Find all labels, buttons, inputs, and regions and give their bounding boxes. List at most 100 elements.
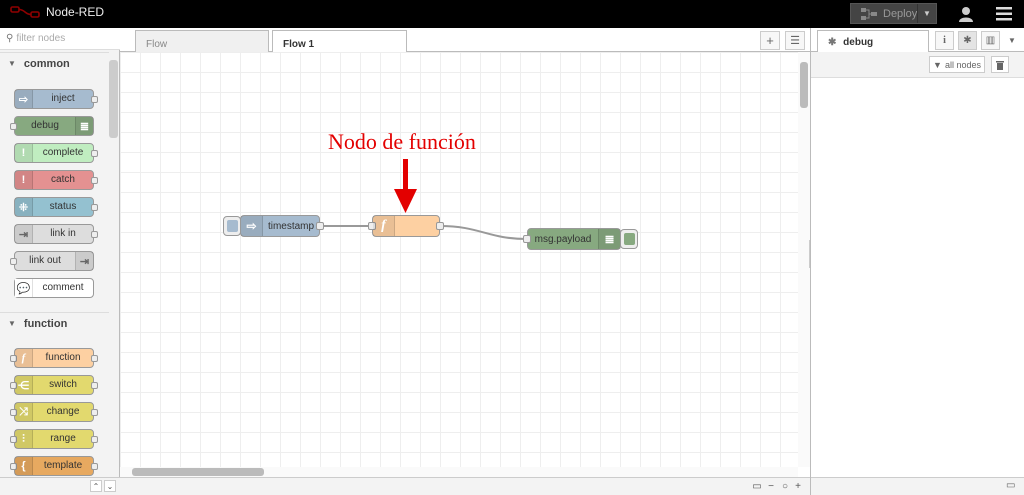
function-icon: f (15, 349, 33, 367)
palette-node-link-in[interactable]: ⇥ link in (14, 224, 98, 244)
filter-icon: ▼ (933, 59, 942, 70)
header-bar: Node-RED Deploy ▼ (0, 0, 1024, 28)
palette-node-range[interactable]: ⫶ range (10, 429, 98, 449)
node-label: status (49, 201, 77, 212)
expand-all-icon[interactable]: ⌄ (104, 480, 116, 492)
dashboard-tab-button[interactable]: ▥ (981, 31, 1000, 50)
palette-node-switch[interactable]: ⋲ switch (10, 375, 98, 395)
tab-flow-1[interactable]: Flow 1 (272, 30, 407, 53)
category-label: function (23, 317, 68, 330)
app-title: Node-RED (46, 5, 105, 19)
shuffle-icon: ⤨ (15, 403, 33, 421)
node-label: range (50, 433, 76, 444)
menu-icon[interactable] (996, 7, 1012, 21)
flow-node-debug-msg-payload[interactable]: msg.payload ≣ (523, 228, 621, 250)
palette-node-catch[interactable]: ! catch (14, 170, 98, 190)
output-port (91, 463, 98, 470)
inject-trigger-button[interactable] (223, 216, 241, 236)
deploy-label: Deploy (883, 7, 918, 20)
tab-label: Flow (146, 39, 168, 50)
node-label: function (45, 352, 81, 363)
palette-node-debug[interactable]: debug ≣ (10, 116, 94, 136)
sidebar-footer: ▭ (811, 477, 1024, 495)
list-icon: ≣ (598, 229, 620, 249)
debug-toolbar: ▼ all nodes (811, 52, 1024, 78)
debug-toggle-button[interactable] (620, 229, 638, 249)
node-label: link in (50, 228, 76, 239)
node-label: debug (31, 120, 59, 131)
debug-messages (811, 78, 1024, 477)
workspace: Flow Flow 1 + ☰ ⇨ timestamp f msg.payloa… (120, 28, 810, 495)
clear-debug-button[interactable] (991, 56, 1009, 73)
tab-label: debug (843, 37, 874, 48)
output-port[interactable] (436, 222, 444, 230)
output-port (91, 96, 98, 103)
output-port (91, 409, 98, 416)
output-port (91, 436, 98, 443)
bug-icon: ✱ (963, 35, 972, 46)
bug-icon: ✱ (828, 37, 837, 48)
exclamation-icon: ! (15, 171, 33, 189)
flow-canvas[interactable]: ⇨ timestamp f msg.payload ≣ Nodo de func… (120, 52, 798, 467)
deploy-dropdown-icon[interactable]: ▼ (917, 4, 936, 23)
arrow-right-icon: ⇨ (241, 216, 263, 236)
user-icon[interactable] (958, 6, 974, 22)
switch-icon: ⋲ (15, 376, 33, 394)
filter-label: all nodes (944, 59, 981, 70)
node-label: inject (51, 93, 75, 104)
tab-debug[interactable]: ✱ debug (817, 30, 929, 53)
zoom-reset-icon[interactable]: ○ (779, 480, 791, 492)
zoom-in-icon[interactable]: + (792, 480, 804, 492)
palette-node-function[interactable]: f function (10, 348, 98, 368)
canvas-horizontal-scrollbar[interactable] (120, 467, 798, 477)
output-port[interactable] (316, 222, 324, 230)
node-label: change (46, 406, 80, 417)
map-icon[interactable]: ▭ (751, 480, 763, 492)
palette-node-inject[interactable]: ⇨ inject (14, 89, 98, 109)
deploy-button[interactable]: Deploy ▼ (850, 3, 937, 24)
palette-node-change[interactable]: ⤨ change (10, 402, 98, 422)
chevron-down-icon: ▼ (8, 319, 16, 328)
palette-node-status[interactable]: ⁜ status (14, 197, 98, 217)
filter-nodes-input[interactable]: ⚲ filter nodes (0, 28, 120, 50)
node-label: timestamp (267, 221, 315, 232)
category-header-function[interactable]: ▼ function (0, 312, 109, 334)
node-label: msg.payload (534, 234, 592, 245)
trigger-square (227, 220, 238, 232)
debug-tab-button[interactable]: ✱ (958, 31, 977, 50)
plus-icon: + (766, 33, 774, 48)
link-arrow-icon: ⇥ (15, 225, 33, 243)
palette-node-comment[interactable]: 💬 comment (14, 278, 94, 298)
function-icon: f (373, 216, 395, 236)
palette-node-complete[interactable]: ! complete (14, 143, 98, 163)
deploy-icon (861, 8, 877, 20)
exclamation-icon: ! (15, 144, 33, 162)
output-port (91, 382, 98, 389)
sidebar-tab-bar: ✱ debug i ✱ ▥ ▼ (811, 28, 1024, 53)
add-flow-button[interactable]: + (760, 31, 780, 50)
tab-label: Flow 1 (283, 39, 315, 50)
collapse-all-icon[interactable]: ⌃ (90, 480, 102, 492)
pulse-icon: ⁜ (15, 198, 33, 216)
caret-down-icon[interactable]: ▼ (1008, 36, 1016, 45)
search-icon: ⚲ (6, 33, 14, 44)
all-nodes-filter-button[interactable]: ▼ all nodes (929, 56, 985, 73)
flow-node-function[interactable]: f (368, 215, 444, 237)
palette-scrollbar[interactable] (109, 60, 118, 138)
tab-flow[interactable]: Flow (135, 30, 269, 52)
wire-function-debug (439, 225, 528, 240)
scroll-thumb[interactable] (800, 62, 808, 108)
scroll-thumb[interactable] (132, 468, 264, 476)
flow-list-button[interactable]: ☰ (785, 31, 805, 50)
info-icon: i (943, 35, 946, 46)
info-tab-button[interactable]: i (935, 31, 954, 50)
popout-icon[interactable]: ▭ (1006, 480, 1015, 491)
palette-node-template[interactable]: { template (10, 456, 98, 476)
category-header-common[interactable]: ▼ common (0, 52, 109, 74)
zoom-out-icon[interactable]: − (765, 480, 777, 492)
sidebar: ✱ debug i ✱ ▥ ▼ ▼ all nodes ▭ (810, 28, 1024, 495)
flow-node-inject-timestamp[interactable]: ⇨ timestamp (240, 215, 324, 237)
node-label: comment (42, 282, 84, 293)
output-port (91, 177, 98, 184)
palette-node-link-out[interactable]: link out ⇥ (10, 251, 94, 271)
